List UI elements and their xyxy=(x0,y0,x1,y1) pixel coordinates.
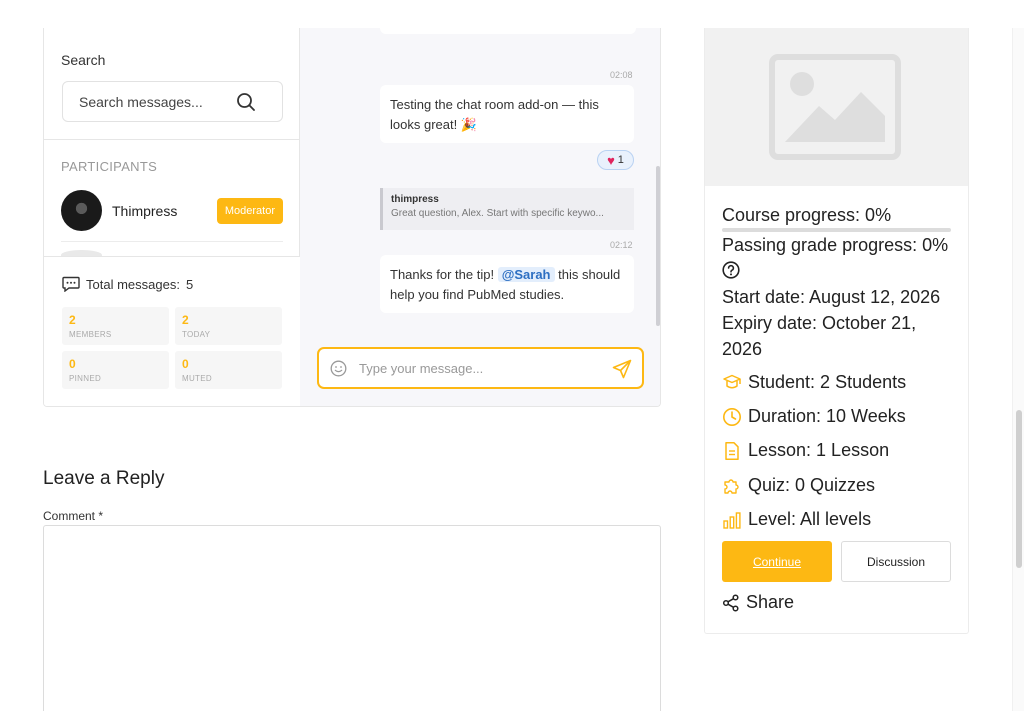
divider xyxy=(44,139,300,140)
lesson-text: Lesson: 1 Lesson xyxy=(748,440,890,460)
discussion-button[interactable]: Discussion xyxy=(841,541,951,582)
message-bubble xyxy=(380,28,636,34)
total-messages-value: 5 xyxy=(185,276,194,292)
scrollbar-thumb[interactable] xyxy=(1016,410,1022,568)
message-text: Testing the chat room add-on — this look… xyxy=(390,97,599,132)
chat-room: Search PARTICIPANTS Thimpress Moderator xyxy=(43,28,661,407)
duration-text: Duration: 10 Weeks xyxy=(748,406,906,426)
course-progress: Course progress: 0% xyxy=(722,205,892,225)
clock-icon xyxy=(723,407,741,426)
quote-text: Great question, Alex. Start with specifi… xyxy=(391,208,604,219)
emoji-icon[interactable] xyxy=(330,360,347,377)
level-text: Level: All levels xyxy=(748,509,872,529)
message-composer[interactable] xyxy=(317,347,644,389)
puzzle-icon xyxy=(724,478,739,494)
lesson-count: Lesson: 1 Lesson xyxy=(722,440,889,461)
send-icon[interactable] xyxy=(612,359,632,379)
user-mention[interactable]: @Sarah xyxy=(497,267,555,282)
share-icon xyxy=(722,593,739,612)
total-messages: Total messages: 5 xyxy=(62,276,193,292)
quiz-text: Quiz: 0 Quizzes xyxy=(748,475,876,495)
chat-messages: 02:08 Testing the chat room add-on — thi… xyxy=(300,28,660,406)
participant-name: Thimpress xyxy=(112,203,178,219)
page-scrollbar[interactable] xyxy=(1012,28,1024,711)
stat-label: PINNED xyxy=(69,374,102,383)
chat-bubble-icon xyxy=(62,276,80,292)
heart-icon: ♥ xyxy=(607,152,615,168)
chat-stats: Total messages: 5 2 MEMBERS 2 TODAY 0 PI… xyxy=(44,256,300,406)
level: Level: All levels xyxy=(722,509,871,530)
participants-title: PARTICIPANTS xyxy=(61,159,158,174)
graduation-cap-icon xyxy=(723,374,741,388)
stat-muted: 0 MUTED xyxy=(175,351,282,389)
message-timestamp: 02:12 xyxy=(610,240,633,250)
stat-value: 0 xyxy=(69,357,76,371)
moderator-badge: Moderator xyxy=(216,198,283,224)
participant-item[interactable]: Thimpress Moderator xyxy=(61,188,283,232)
stat-today: 2 TODAY xyxy=(175,307,282,345)
stat-value: 0 xyxy=(182,357,189,371)
student-count: Student: 2 Students xyxy=(722,372,906,393)
course-thumbnail xyxy=(705,28,968,186)
stat-label: MUTED xyxy=(182,374,212,383)
start-date: Start date: August 12, 2026 xyxy=(722,287,941,307)
message-timestamp: 02:08 xyxy=(610,70,633,80)
quiz-count: Quiz: 0 Quizzes xyxy=(722,475,875,496)
student-text: Student: 2 Students xyxy=(748,372,907,392)
course-progress-bar xyxy=(722,228,951,232)
stat-pinned: 0 PINNED xyxy=(62,351,169,389)
expiry-date: Expiry date: October 21, 2026 xyxy=(722,313,917,359)
image-placeholder-icon xyxy=(769,54,901,160)
message-bubble[interactable]: Testing the chat room add-on — this look… xyxy=(380,85,634,143)
stat-value: 2 xyxy=(69,313,76,327)
divider xyxy=(61,241,283,242)
chat-scrollbar[interactable] xyxy=(656,166,660,326)
reply-title: Leave a Reply xyxy=(43,468,165,489)
search-icon[interactable] xyxy=(236,92,256,112)
message-bubble[interactable]: Thanks for the tip! @Sarah this should h… xyxy=(380,255,634,313)
comment-textarea[interactable] xyxy=(43,525,661,711)
chat-sidebar: Search PARTICIPANTS Thimpress Moderator xyxy=(44,28,300,406)
stat-value: 2 xyxy=(182,313,189,327)
bar-chart-icon xyxy=(723,511,741,529)
passing-grade-progress: Passing grade progress: 0% xyxy=(722,235,949,255)
message-input[interactable] xyxy=(359,349,599,387)
quoted-message[interactable]: thimpress Great question, Alex. Start wi… xyxy=(380,188,634,230)
message-text: Thanks for the tip! xyxy=(390,267,495,282)
avatar xyxy=(61,190,102,231)
course-sidebar: Course progress: 0% Passing grade progre… xyxy=(704,28,969,634)
stat-label: MEMBERS xyxy=(69,330,112,339)
document-icon xyxy=(725,441,739,460)
total-messages-label: Total messages: xyxy=(86,276,180,292)
duration: Duration: 10 Weeks xyxy=(722,406,906,427)
search-input[interactable] xyxy=(79,82,239,121)
stat-label: TODAY xyxy=(182,330,211,339)
comment-label: Comment * xyxy=(43,509,104,523)
quote-author: thimpress xyxy=(391,194,439,205)
share-label: Share xyxy=(746,592,795,612)
continue-button[interactable]: Continue xyxy=(722,541,832,582)
share-button[interactable]: Share xyxy=(722,592,794,613)
reaction-count: 1 xyxy=(617,154,624,166)
help-icon[interactable] xyxy=(722,261,740,279)
reaction-badge[interactable]: ♥ 1 xyxy=(597,150,634,170)
stat-members: 2 MEMBERS xyxy=(62,307,169,345)
search-box[interactable] xyxy=(62,81,283,122)
search-label: Search xyxy=(61,52,106,68)
